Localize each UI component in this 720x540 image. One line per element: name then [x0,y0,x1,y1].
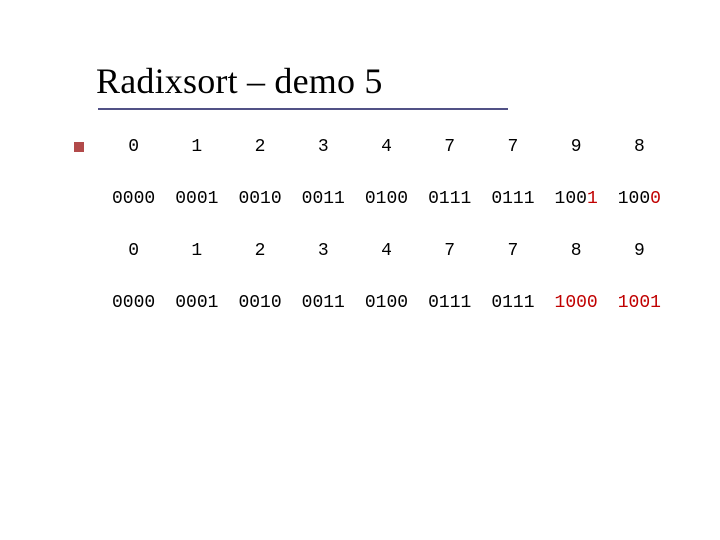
cell: 1001 [608,288,671,318]
cell: 0001 [165,288,228,318]
cell: 0001 [165,184,228,214]
radixsort-table: 0 1 2 3 4 7 7 9 8 0000 0001 0010 0011 01… [102,132,671,318]
title-underline [98,108,508,110]
cell: 3 [292,132,355,162]
cell: 0111 [418,288,481,318]
cell: 4 [355,132,418,162]
cell: 3 [292,236,355,266]
cell: 9 [608,236,671,266]
cell: 8 [545,236,608,266]
cell: 7 [418,236,481,266]
table-row: 0000 0001 0010 0011 0100 0111 0111 1001 … [102,184,671,214]
cell: 0000 [102,184,165,214]
cell: 0011 [292,288,355,318]
slide: Radixsort – demo 5 0 1 2 3 4 7 7 9 8 000… [0,0,720,540]
cell: 0 [102,132,165,162]
cell: 8 [608,132,671,162]
cell: 0100 [355,288,418,318]
cell-highlight: 0 [650,189,661,209]
cell: 0010 [228,184,291,214]
cell-highlight: 1000 [555,293,598,313]
table-row: 0000 0001 0010 0011 0100 0111 0111 1000 … [102,288,671,318]
table-row: 0 1 2 3 4 7 7 8 9 [102,236,671,266]
cell: 7 [481,132,544,162]
cell-highlight: 1001 [618,293,661,313]
cell: 0111 [481,288,544,318]
cell: 0111 [481,184,544,214]
bullet-icon [74,142,84,152]
cell: 1 [165,236,228,266]
table-row: 0 1 2 3 4 7 7 9 8 [102,132,671,162]
cell: 0111 [418,184,481,214]
cell: 4 [355,236,418,266]
cell-prefix: 100 [618,189,650,209]
cell: 1000 [545,288,608,318]
cell: 7 [481,236,544,266]
cell: 0010 [228,288,291,318]
cell: 9 [545,132,608,162]
slide-title: Radixsort – demo 5 [96,60,720,102]
cell: 1000 [608,184,671,214]
cell: 0100 [355,184,418,214]
cell-prefix: 100 [555,189,587,209]
cell: 0000 [102,288,165,318]
cell: 0 [102,236,165,266]
cell: 2 [228,132,291,162]
cell-highlight: 1 [587,189,598,209]
cell: 2 [228,236,291,266]
cell: 0011 [292,184,355,214]
cell: 1 [165,132,228,162]
cell: 1001 [545,184,608,214]
cell: 7 [418,132,481,162]
content-block: 0 1 2 3 4 7 7 9 8 0000 0001 0010 0011 01… [74,132,720,318]
